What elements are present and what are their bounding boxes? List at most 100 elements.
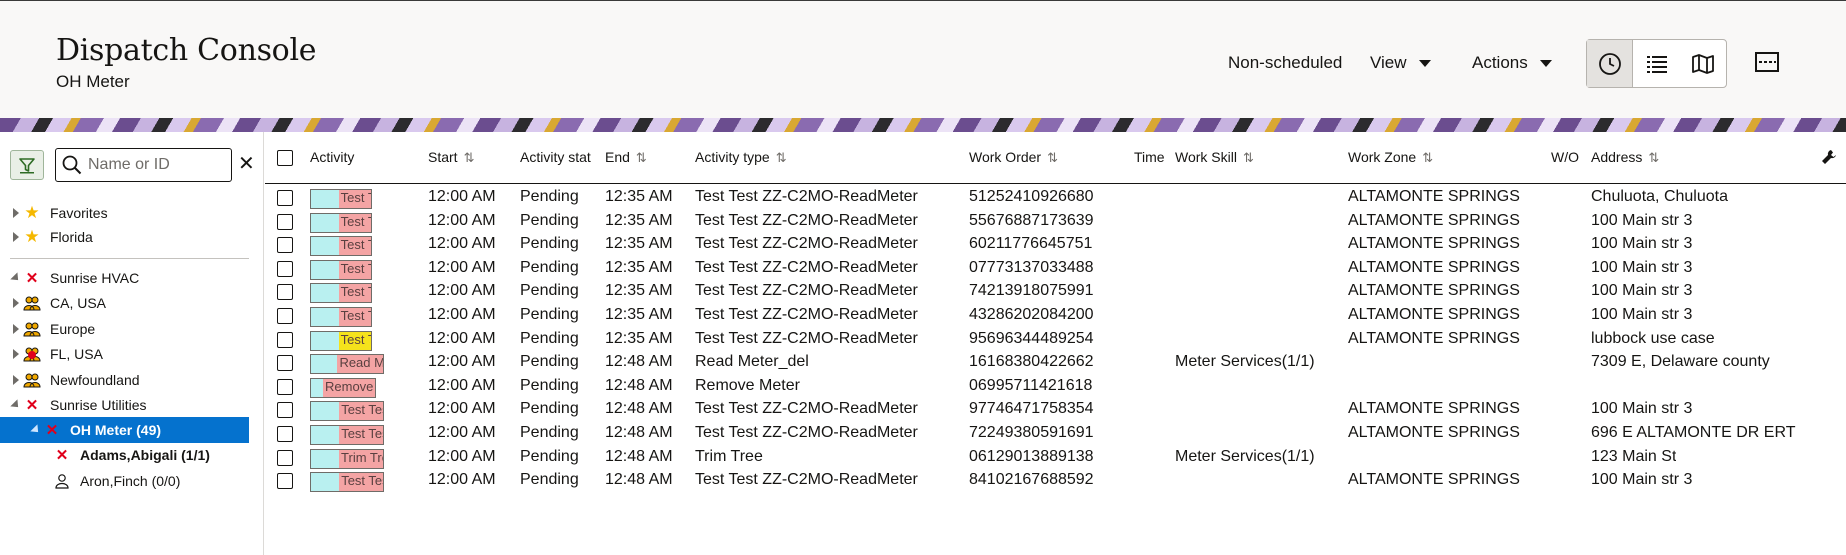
activity-chip[interactable]: Trim Tre: [310, 448, 384, 469]
activity-chip[interactable]: Remove: [310, 377, 376, 398]
view-menu-button[interactable]: View: [1370, 53, 1431, 73]
collapse-icon[interactable]: [10, 399, 22, 411]
actions-menu-button[interactable]: Actions: [1472, 53, 1552, 73]
column-header-end[interactable]: End ⇅: [605, 149, 675, 166]
chip-label: Test Tes: [341, 426, 383, 441]
activity-chip[interactable]: Test T: [310, 189, 372, 209]
sort-icon[interactable]: ⇅: [1648, 150, 1659, 165]
expand-icon[interactable]: [10, 375, 22, 385]
filter-button[interactable]: [10, 150, 44, 180]
column-header-start[interactable]: Start ⇅: [428, 149, 498, 166]
table-row[interactable]: Test T 12:00 AM Pending 12:35 AM Test Test Z…: [265, 210, 1846, 234]
activity-chip[interactable]: Test Tes: [310, 401, 384, 422]
table-row[interactable]: Test Tes 12:00 AM Pending 12:48 AM Test Test…: [265, 398, 1846, 422]
table-row[interactable]: Test T 12:00 AM Pending 12:35 AM Test Test Z…: [265, 280, 1846, 304]
column-header-work-order[interactable]: Work Order ⇅: [969, 149, 1089, 166]
collapse-icon[interactable]: [10, 272, 22, 284]
list-view-button[interactable]: [1633, 40, 1679, 87]
expand-icon[interactable]: [10, 324, 22, 334]
nonscheduled-link[interactable]: Non-scheduled: [1228, 53, 1342, 73]
column-header-address[interactable]: Address ⇅: [1591, 149, 1681, 166]
row-checkbox[interactable]: [277, 378, 293, 395]
clear-search-icon[interactable]: ✕: [238, 154, 255, 174]
activity-chip[interactable]: Test T: [310, 259, 372, 280]
column-header-work-skill[interactable]: Work Skill ⇅: [1175, 149, 1295, 166]
tree-item-sunrise-utilities[interactable]: ✕ Sunrise Utilities: [10, 392, 259, 418]
row-checkbox[interactable]: [277, 331, 293, 348]
map-icon: [1691, 53, 1714, 74]
column-header-activity-type[interactable]: Activity type ⇅: [695, 149, 845, 166]
row-checkbox[interactable]: [277, 473, 293, 490]
row-checkbox[interactable]: [277, 237, 293, 254]
column-header-activity[interactable]: Activity: [310, 149, 400, 165]
sort-icon[interactable]: ⇅: [464, 150, 475, 165]
activity-chip[interactable]: Test T: [310, 330, 372, 351]
tree-item-aron-finch[interactable]: Aron,Finch (0/0): [52, 468, 249, 494]
sort-icon[interactable]: ⇅: [776, 150, 787, 165]
sort-icon[interactable]: ⇅: [636, 150, 647, 165]
expand-icon[interactable]: [10, 349, 22, 359]
expand-icon[interactable]: [10, 208, 22, 218]
column-header-work-zone[interactable]: Work Zone ⇅: [1348, 149, 1458, 166]
group-icon: [22, 372, 42, 388]
table-row[interactable]: Test Tes 12:00 AM Pending 12:48 AM Test Test…: [265, 469, 1846, 493]
row-checkbox[interactable]: [277, 355, 293, 372]
table-row[interactable]: Test T 12:00 AM Pending 12:35 AM Test Test Z…: [265, 304, 1846, 328]
row-checkbox[interactable]: [277, 402, 293, 419]
table-row[interactable]: Read Me 12:00 AM Pending 12:48 AM Read Meter…: [265, 351, 1846, 375]
chip-label: Test Tes: [341, 402, 383, 418]
table-row[interactable]: Test T 12:00 AM Pending 12:35 AM Test Test Z…: [265, 328, 1846, 352]
tree-item-oh-meter[interactable]: ✕ OH Meter (49): [0, 417, 249, 443]
row-checkbox[interactable]: [277, 190, 293, 206]
row-checkbox[interactable]: [277, 426, 293, 442]
tree-item-ca-usa[interactable]: CA, USA: [10, 290, 259, 316]
activity-chip[interactable]: Test T: [310, 212, 372, 233]
column-header-wo[interactable]: W/O: [1551, 149, 1583, 165]
group-icon: [22, 321, 42, 337]
search-input[interactable]: [88, 156, 228, 174]
table-row[interactable]: Test T 12:00 AM Pending 12:35 AM Test Test Z…: [265, 186, 1846, 210]
row-checkbox[interactable]: [277, 449, 293, 466]
more-options-button[interactable]: [1754, 49, 1782, 77]
status-cell: Pending: [520, 282, 579, 300]
column-settings-button[interactable]: [1820, 148, 1838, 169]
tree-item-adams-abigali[interactable]: ✕ Adams,Abigali (1/1): [52, 442, 249, 468]
activity-chip[interactable]: Test T: [310, 236, 372, 257]
tree-item-florida[interactable]: ★ Florida: [10, 224, 259, 250]
table-row[interactable]: Remove 12:00 AM Pending 12:48 AM Remove Mete…: [265, 375, 1846, 399]
sort-icon[interactable]: ⇅: [1243, 150, 1254, 165]
activity-type-cell: Test Test ZZ-C2MO-ReadMeter: [695, 282, 918, 300]
column-header-time[interactable]: Time: [1134, 149, 1174, 165]
activity-chip[interactable]: Test Tes: [310, 425, 384, 445]
column-header-activity-status[interactable]: Activity stat: [520, 149, 606, 165]
row-checkbox[interactable]: [277, 213, 293, 230]
tree-item-fl-usa[interactable]: FL, USA: [10, 341, 259, 367]
time-view-button[interactable]: [1587, 40, 1634, 87]
sort-icon[interactable]: ⇅: [1047, 150, 1058, 165]
table-row[interactable]: Trim Tre 12:00 AM Pending 12:48 AM Trim Tree…: [265, 446, 1846, 470]
collapse-icon[interactable]: [30, 424, 42, 436]
start-cell: 12:00 AM: [428, 235, 496, 253]
tree-item-sunrise-hvac[interactable]: ✕ Sunrise HVAC: [10, 265, 259, 291]
work-order-cell: 84102167688592: [969, 471, 1094, 489]
row-checkbox[interactable]: [277, 260, 293, 277]
activity-chip[interactable]: Read Me: [310, 354, 384, 375]
activity-type-cell: Test Test ZZ-C2MO-ReadMeter: [695, 306, 918, 323]
table-row[interactable]: Test T 12:00 AM Pending 12:35 AM Test Test Z…: [265, 257, 1846, 281]
activity-chip[interactable]: Test T: [310, 283, 372, 304]
expand-icon[interactable]: [10, 298, 22, 308]
tree-item-europe[interactable]: Europe: [10, 316, 259, 342]
activity-chip[interactable]: Test T: [310, 307, 372, 327]
row-checkbox[interactable]: [277, 308, 293, 324]
tree-item-newfoundland[interactable]: Newfoundland: [10, 367, 259, 393]
map-view-button[interactable]: [1680, 40, 1726, 87]
row-checkbox[interactable]: [277, 284, 293, 301]
start-cell: 12:00 AM: [428, 258, 496, 276]
expand-icon[interactable]: [10, 232, 22, 242]
tree-item-favorites[interactable]: ★ Favorites: [10, 200, 259, 226]
select-all-checkbox[interactable]: [277, 150, 293, 166]
table-row[interactable]: Test T 12:00 AM Pending 12:35 AM Test Test Z…: [265, 233, 1846, 257]
table-row[interactable]: Test Tes 12:00 AM Pending 12:48 AM Test Test…: [265, 422, 1846, 446]
activity-chip[interactable]: Test Tes: [310, 472, 384, 493]
sort-icon[interactable]: ⇅: [1422, 150, 1433, 165]
